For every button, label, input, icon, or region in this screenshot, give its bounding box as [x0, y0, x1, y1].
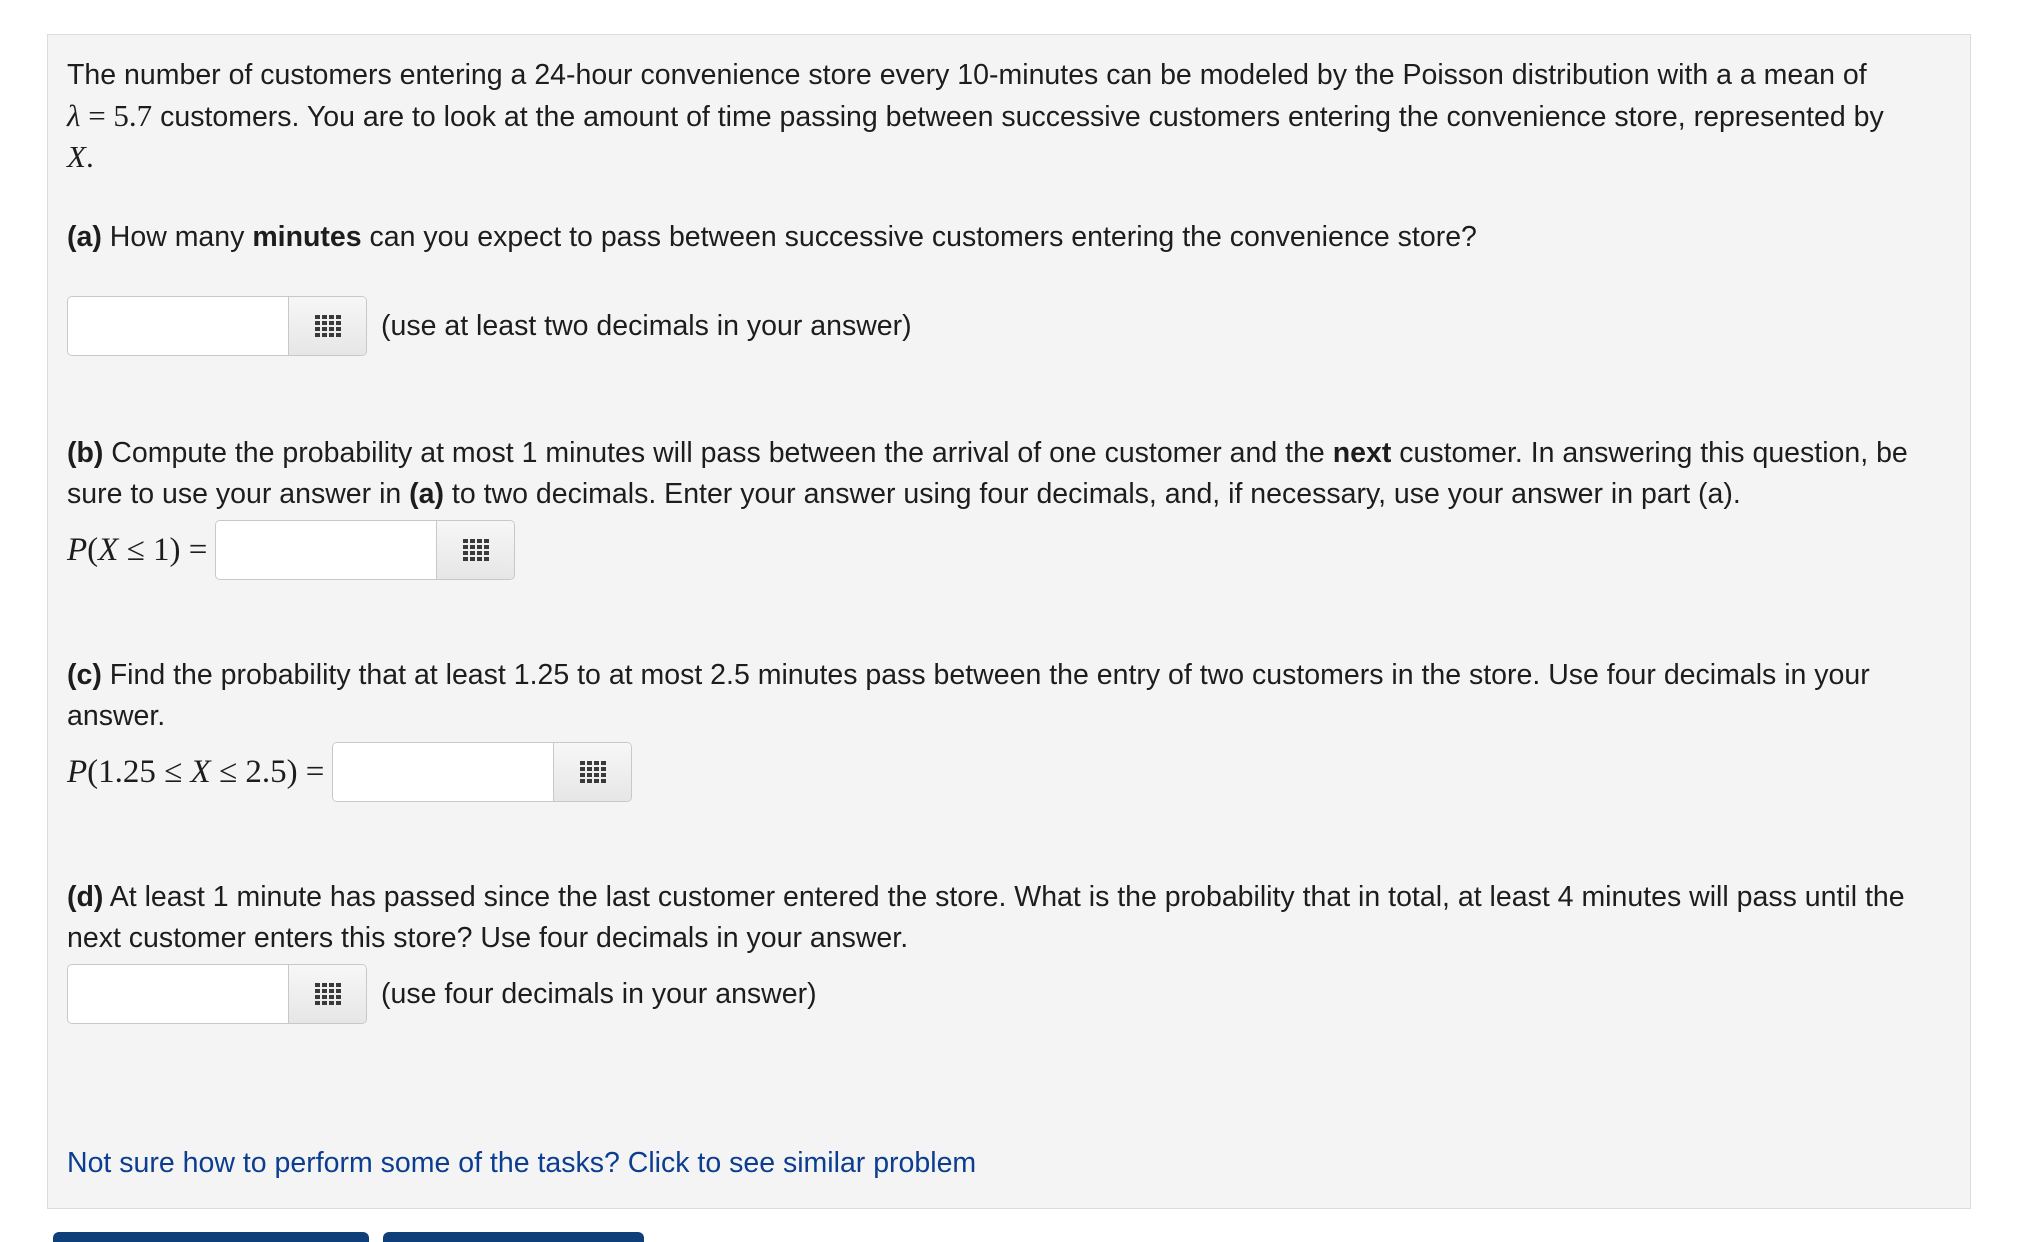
part-c-question: (c) Find the probability that at least 1… [67, 659, 1870, 732]
part-a-keypad-button[interactable] [288, 297, 366, 355]
part-a-answer-input[interactable] [68, 297, 288, 355]
part-d-question: (d) At least 1 minute has passed since t… [67, 881, 1905, 954]
part-b-ref: (a) [409, 477, 445, 510]
lambda-symbol: λ = 5.7 [67, 97, 153, 133]
part-d-label: (d) [67, 881, 104, 913]
part-a-label: (a) [67, 221, 102, 253]
part-a-answer-row: (use at least two decimals in your answe… [67, 296, 912, 356]
part-b-answer-input[interactable] [216, 521, 437, 579]
part-c-keypad-button[interactable] [553, 743, 632, 801]
part-d-answer-input[interactable] [68, 965, 288, 1023]
part-d-hint: (use four decimals in your answer) [381, 977, 817, 1010]
part-b-label: (b) [67, 437, 104, 469]
part-a-input-group [67, 296, 367, 356]
keypad-grid-icon [579, 761, 606, 783]
part-c-equation: P(1.25 ≤ X ≤ 2.5) = [67, 753, 325, 790]
problem-panel: The number of customers entering a 24-ho… [47, 34, 1971, 1209]
part-d-input-group [67, 964, 367, 1024]
variable-x: X. [67, 139, 94, 174]
keypad-grid-icon [314, 983, 341, 1005]
part-d-keypad-button[interactable] [288, 965, 366, 1023]
submit-button-edge[interactable] [53, 1232, 369, 1242]
part-d-answer-row: (use four decimals in your answer) [67, 964, 817, 1024]
intro-text-1: The number of customers entering a 24-ho… [67, 59, 1867, 91]
part-b-answer-row: P(X ≤ 1) = [67, 520, 516, 580]
part-b-question: (b) Compute the probability at most 1 mi… [67, 437, 1908, 510]
part-b-keypad-button[interactable] [436, 521, 515, 579]
keypad-grid-icon [314, 315, 341, 337]
part-c-answer-row: P(1.25 ≤ X ≤ 2.5) = [67, 742, 633, 802]
part-b-bold: next [1332, 437, 1392, 469]
part-b-equation: P(X ≤ 1) = [67, 531, 208, 568]
part-c-answer-input[interactable] [333, 743, 554, 801]
intro-text-2: customers. You are to look at the amount… [152, 100, 1884, 133]
part-b-input-group [215, 520, 516, 580]
similar-problem-link[interactable]: Not sure how to perform some of the task… [67, 1147, 976, 1180]
secondary-button-edge[interactable] [383, 1232, 644, 1242]
part-a-hint: (use at least two decimals in your answe… [381, 309, 912, 342]
part-a-bold: minutes [252, 221, 362, 253]
part-c-input-group [332, 742, 633, 802]
intro-paragraph: The number of customers entering a 24-ho… [67, 55, 1947, 179]
part-a-question: (a) How many minutes can you expect to p… [67, 221, 1477, 253]
part-c-label: (c) [67, 659, 102, 691]
keypad-grid-icon [462, 539, 489, 561]
